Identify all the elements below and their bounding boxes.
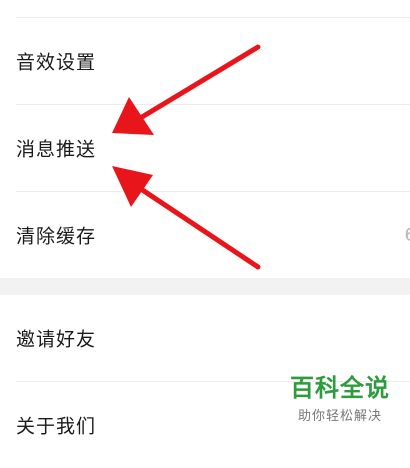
settings-item-label: 清除缓存: [16, 225, 97, 248]
settings-item-clear-cache[interactable]: 清除缓存 6: [0, 192, 410, 278]
cache-size-value: 6: [405, 225, 410, 246]
settings-item-sound[interactable]: 音效设置: [0, 18, 410, 104]
settings-item-label: 消息推送: [16, 138, 97, 161]
settings-item-label: 邀请好友: [16, 328, 97, 351]
section-gap: [0, 278, 410, 295]
settings-item-label: 音效设置: [16, 51, 97, 74]
watermark-logo: 百科全说 助你轻松解决: [284, 368, 396, 424]
watermark-title: 百科全说: [290, 374, 390, 402]
watermark-subtitle: 助你轻松解决: [297, 409, 382, 424]
settings-item-push-notifications[interactable]: 消息推送: [0, 105, 410, 191]
settings-item-label: 关于我们: [16, 415, 97, 438]
settings-group-1: 音效设置 消息推送 清除缓存 6: [0, 0, 410, 278]
